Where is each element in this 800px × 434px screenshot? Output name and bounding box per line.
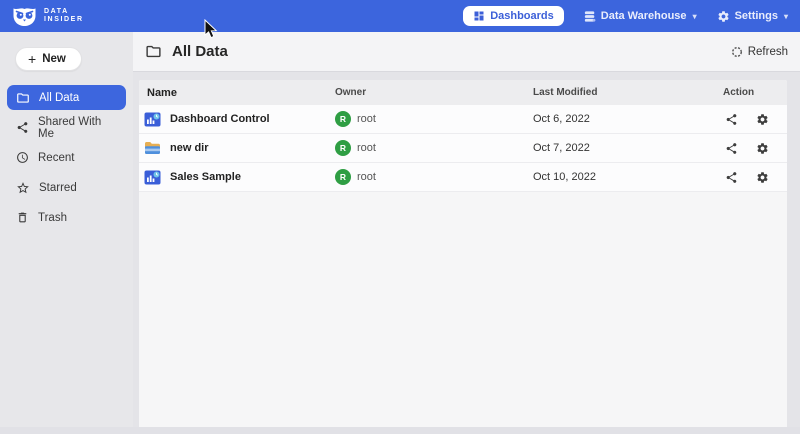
owl-logo-icon <box>12 6 37 27</box>
owner-avatar: R <box>335 140 351 156</box>
sidebar-item-all-data[interactable]: All Data <box>7 85 126 110</box>
chevron-down-icon: ▾ <box>693 12 697 21</box>
owner-name: root <box>357 142 376 154</box>
refresh-label: Refresh <box>748 46 788 58</box>
column-header-action: Action <box>723 87 787 98</box>
column-header-owner: Owner <box>335 87 533 98</box>
dashboards-label: Dashboards <box>490 10 554 22</box>
dashboard-file-icon <box>144 170 161 185</box>
sidebar-item-trash[interactable]: Trash <box>7 205 126 230</box>
sidebar-item-label: All Data <box>39 92 79 104</box>
table-header-row: Name Owner Last Modified Action <box>139 80 787 105</box>
share-icon[interactable] <box>725 113 738 126</box>
owner-avatar: R <box>335 111 351 127</box>
folder-icon <box>145 43 162 60</box>
last-modified-date: Oct 7, 2022 <box>533 142 723 154</box>
directory-file-icon <box>144 141 161 155</box>
gear-icon <box>717 10 730 23</box>
last-modified-date: Oct 6, 2022 <box>533 113 723 125</box>
table-row[interactable]: Sales Sample R root Oct 10, 2022 <box>139 163 787 192</box>
database-icon <box>584 10 596 23</box>
trash-icon <box>16 211 29 224</box>
sidebar: + New All Data <box>0 32 133 427</box>
sidebar-item-label: Trash <box>38 212 67 224</box>
main-area: All Data Refresh Name Owner <box>133 32 800 427</box>
file-name: Sales Sample <box>170 171 241 183</box>
share-icon <box>16 121 29 134</box>
plus-icon: + <box>28 54 36 64</box>
file-name: new dir <box>170 142 209 154</box>
top-navigation: Dashboards Data Warehouse ▾ <box>463 6 788 26</box>
file-name: Dashboard Control <box>170 113 270 125</box>
dashboards-button[interactable]: Dashboards <box>463 6 564 26</box>
owner-avatar: R <box>335 169 351 185</box>
app-logo: DATA INSIDER <box>12 6 84 27</box>
share-icon[interactable] <box>725 171 738 184</box>
table-row[interactable]: new dir R root Oct 7, 2022 <box>139 134 787 163</box>
sidebar-item-recent[interactable]: Recent <box>7 145 126 170</box>
share-icon[interactable] <box>725 142 738 155</box>
refresh-icon <box>731 46 743 58</box>
dashboard-file-icon <box>144 112 161 127</box>
sidebar-item-starred[interactable]: Starred <box>7 175 126 200</box>
app-window: DATA INSIDER Dashboards <box>0 0 800 434</box>
sidebar-item-label: Recent <box>38 152 74 164</box>
gear-icon[interactable] <box>756 142 769 155</box>
sidebar-item-label: Shared With Me <box>38 116 117 140</box>
folder-icon <box>16 91 30 105</box>
column-header-last-modified: Last Modified <box>533 87 723 98</box>
owner-name: root <box>357 171 376 183</box>
clock-icon <box>16 151 29 164</box>
last-modified-date: Oct 10, 2022 <box>533 171 723 183</box>
sidebar-nav: All Data Shared With Me <box>0 85 133 230</box>
app-name: DATA INSIDER <box>44 8 84 25</box>
dashboard-grid-icon <box>473 10 485 22</box>
column-header-name: Name <box>139 87 335 99</box>
sidebar-item-shared-with-me[interactable]: Shared With Me <box>7 115 126 140</box>
page-title: All Data <box>172 43 228 60</box>
owner-name: root <box>357 113 376 125</box>
refresh-button[interactable]: Refresh <box>731 46 788 58</box>
gear-icon[interactable] <box>756 171 769 184</box>
content-area: Name Owner Last Modified Action <box>133 72 800 427</box>
window-bottom-strip <box>0 427 800 434</box>
top-header: DATA INSIDER Dashboards <box>0 0 800 32</box>
file-table-card: Name Owner Last Modified Action <box>139 80 787 427</box>
data-warehouse-menu[interactable]: Data Warehouse ▾ <box>584 10 697 23</box>
page-toolbar: All Data Refresh <box>133 32 800 72</box>
gear-icon[interactable] <box>756 113 769 126</box>
sidebar-item-label: Starred <box>39 182 77 194</box>
new-button-label: New <box>42 53 66 65</box>
star-icon <box>16 181 30 195</box>
settings-menu[interactable]: Settings ▾ <box>717 10 788 23</box>
new-button[interactable]: + New <box>15 47 82 71</box>
table-row[interactable]: Dashboard Control R root Oct 6, 2022 <box>139 105 787 134</box>
chevron-down-icon: ▾ <box>784 12 788 21</box>
data-warehouse-label: Data Warehouse <box>601 10 687 22</box>
settings-label: Settings <box>735 10 778 22</box>
